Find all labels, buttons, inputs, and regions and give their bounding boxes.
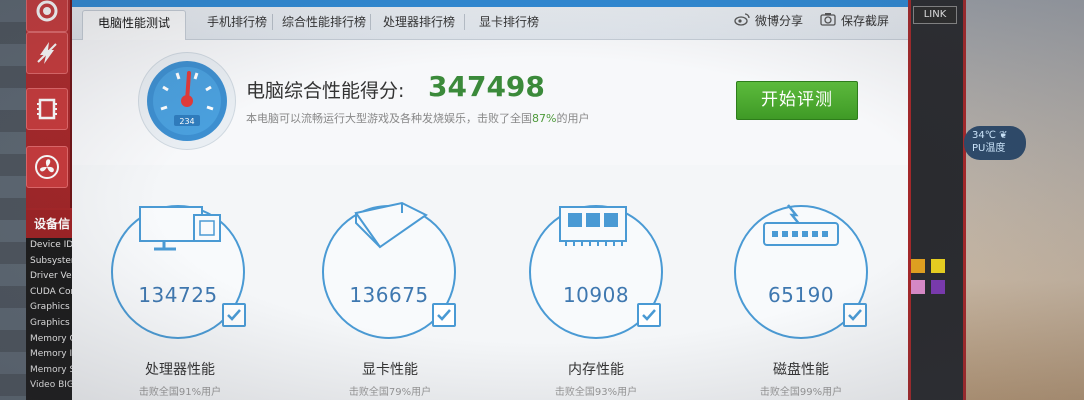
background-panel: LINK bbox=[908, 0, 966, 400]
camera-icon bbox=[820, 12, 836, 29]
benchmark-window: 电脑性能测试 手机排行榜 综合性能排行榜 处理器排行榜 显卡排行榜 微博分享 保… bbox=[72, 0, 908, 400]
description-prefix: 本电脑可以流畅运行大型游戏及各种发烧娱乐，击败了全国 bbox=[246, 112, 532, 125]
checkbox-icon bbox=[843, 303, 867, 327]
color-swatch[interactable] bbox=[911, 259, 925, 273]
weibo-share-label: 微博分享 bbox=[755, 14, 804, 28]
tab-overall-ranking[interactable]: 综合性能排行榜 bbox=[276, 10, 372, 40]
start-benchmark-button[interactable]: 开始评测 bbox=[736, 81, 858, 120]
device-info-panel: 设备信 Device ID Subsystem Driver Ver CUDA … bbox=[26, 208, 72, 400]
checkbox-icon bbox=[637, 303, 661, 327]
device-info-item[interactable]: CUDA Cor bbox=[26, 285, 72, 301]
cpu-monitor-icon bbox=[138, 203, 228, 257]
chip-icon[interactable] bbox=[26, 88, 68, 130]
overall-score-description: 本电脑可以流畅运行大型游戏及各种发烧娱乐，击败了全国87%的用户 bbox=[246, 110, 589, 126]
device-info-item[interactable]: Video BIG bbox=[26, 378, 72, 394]
device-info-item[interactable]: Memory In bbox=[26, 347, 72, 363]
color-swatch[interactable] bbox=[931, 259, 945, 273]
gpu-card-subtitle: 击败全国79%用户 bbox=[348, 387, 432, 398]
description-suffix: 的用户 bbox=[556, 112, 590, 125]
save-screenshot-button[interactable]: 保存截屏 bbox=[820, 12, 889, 29]
save-screenshot-label: 保存截屏 bbox=[841, 14, 890, 28]
window-title-strip bbox=[72, 0, 908, 7]
overclock-icon[interactable] bbox=[26, 32, 68, 74]
checkbox-icon bbox=[432, 303, 456, 327]
device-info-item[interactable]: Graphics bbox=[26, 300, 72, 316]
device-info-item[interactable]: Driver Ver bbox=[26, 269, 72, 285]
background-app-sidebar: 设备信 Device ID Subsystem Driver Ver CUDA … bbox=[0, 0, 72, 400]
gpu-cube-icon bbox=[350, 201, 430, 255]
temperature-label: PU温度 bbox=[972, 143, 1006, 154]
memory-card-title: 内存性能 bbox=[568, 362, 624, 378]
component-score-cards: 134725 处理器性能 击败全国91%用户 136675 显卡性能 击败全国7… bbox=[72, 165, 908, 400]
background-app-right: LINK 34℃ ❦ PU温度 bbox=[908, 0, 1084, 400]
device-info-list: Device ID Subsystem Driver Ver CUDA Cor … bbox=[26, 238, 72, 394]
color-swatch[interactable] bbox=[931, 280, 945, 294]
overall-score-value: 347498 bbox=[428, 70, 545, 103]
tab-bar: 电脑性能测试 手机排行榜 综合性能排行榜 处理器排行榜 显卡排行榜 微博分享 保… bbox=[72, 0, 908, 40]
overall-score-label: 电脑综合性能得分: bbox=[246, 80, 405, 102]
disk-card-title: 磁盘性能 bbox=[773, 362, 829, 378]
color-swatch[interactable] bbox=[911, 280, 925, 294]
tab-pc-benchmark[interactable]: 电脑性能测试 bbox=[82, 10, 186, 40]
background-strip bbox=[0, 0, 26, 400]
disk-drive-icon bbox=[760, 201, 842, 255]
device-info-item[interactable]: Device ID bbox=[26, 238, 72, 254]
weibo-share-button[interactable]: 微博分享 bbox=[734, 12, 803, 29]
temperature-value: 34℃ bbox=[972, 130, 996, 141]
checkbox-icon bbox=[222, 303, 246, 327]
speedometer-icon: 234 bbox=[138, 52, 236, 150]
overall-score-panel: 234 电脑综合性能得分: 347498 本电脑可以流畅运行大型游戏及各种发烧娱… bbox=[72, 40, 908, 165]
memory-stick-icon bbox=[558, 203, 634, 251]
device-info-item[interactable]: Subsystem bbox=[26, 254, 72, 270]
leaf-icon: ❦ bbox=[999, 130, 1008, 141]
tab-phone-ranking[interactable]: 手机排行榜 bbox=[194, 10, 280, 40]
tab-cpu-ranking[interactable]: 处理器排行榜 bbox=[376, 10, 462, 40]
tab-separator bbox=[370, 14, 371, 30]
tab-separator bbox=[464, 14, 465, 30]
device-info-item[interactable]: Memory Co bbox=[26, 332, 72, 348]
tab-separator bbox=[272, 14, 273, 30]
device-info-item[interactable]: Memory S bbox=[26, 363, 72, 379]
link-button[interactable]: LINK bbox=[913, 6, 957, 24]
gpu-temperature-badge: 34℃ ❦ PU温度 bbox=[964, 126, 1026, 160]
gpu-card-title: 显卡性能 bbox=[362, 362, 418, 378]
cpu-card-subtitle: 击败全国91%用户 bbox=[138, 387, 222, 398]
weibo-icon bbox=[734, 12, 750, 29]
target-icon[interactable] bbox=[26, 0, 68, 32]
cpu-card-title: 处理器性能 bbox=[145, 362, 215, 378]
fan-icon[interactable] bbox=[26, 146, 68, 188]
tab-gpu-ranking[interactable]: 显卡排行榜 bbox=[470, 10, 548, 40]
memory-card-subtitle: 击败全国93%用户 bbox=[554, 387, 638, 398]
gauge-reading: 234 bbox=[179, 117, 194, 126]
device-info-title: 设备信 bbox=[26, 210, 72, 238]
device-info-item[interactable]: Graphics bbox=[26, 316, 72, 332]
disk-card-subtitle: 击败全国99%用户 bbox=[759, 387, 843, 398]
description-percent: 87% bbox=[532, 112, 557, 125]
